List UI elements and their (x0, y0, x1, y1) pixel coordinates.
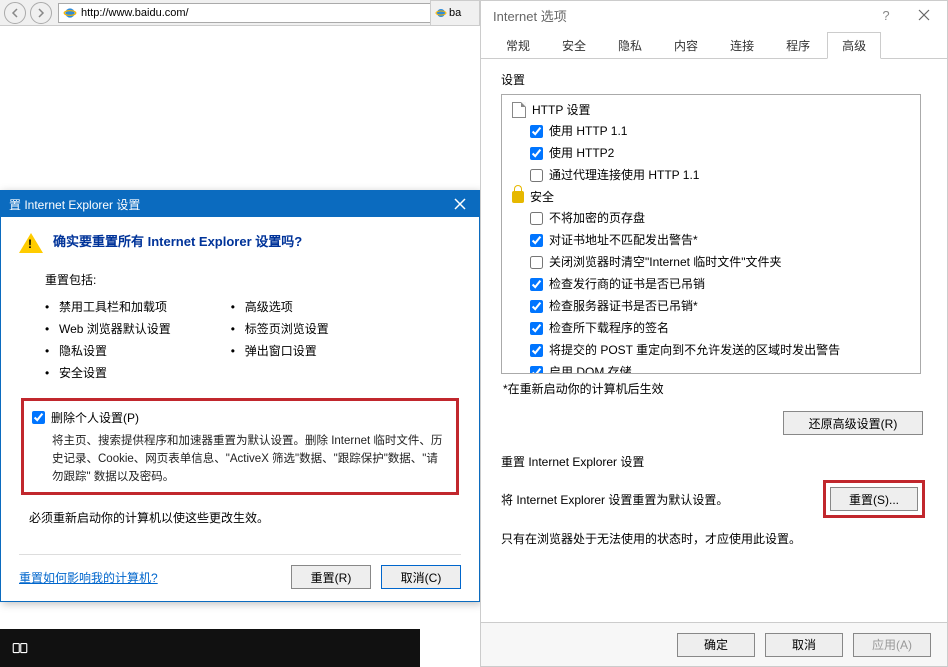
setting-label: 关闭浏览器时清空"Internet 临时文件"文件夹 (549, 253, 782, 271)
tab-label: ba (449, 7, 461, 19)
setting-checkbox[interactable] (530, 278, 543, 291)
setting-label: 检查发行商的证书是否已吊销 (549, 275, 705, 293)
tabs-row: 常规 安全 隐私 内容 连接 程序 高级 (481, 29, 947, 59)
setting-checkbox[interactable] (530, 169, 543, 182)
help-link[interactable]: 重置如何影响我的计算机? (19, 569, 158, 586)
tree-group-label: HTTP 设置 (532, 101, 590, 118)
back-button[interactable] (4, 2, 26, 24)
close-button[interactable] (907, 5, 941, 25)
setting-label: 通过代理连接使用 HTTP 1.1 (549, 166, 699, 184)
cancel-button[interactable]: 取消 (765, 633, 843, 657)
forward-button[interactable] (30, 2, 52, 24)
setting-checkbox[interactable] (530, 344, 543, 357)
advanced-settings-tree[interactable]: HTTP 设置 使用 HTTP 1.1 使用 HTTP2 通过代理连接使用 HT… (501, 94, 921, 374)
reset-dialog-heading: 确实要重置所有 Internet Explorer 设置吗? (53, 231, 302, 250)
setting-checkbox[interactable] (530, 300, 543, 313)
tab-content[interactable]: 内容 (659, 32, 713, 58)
tab-security[interactable]: 安全 (547, 32, 601, 58)
help-button[interactable]: ? (869, 5, 903, 25)
settings-label: 设置 (501, 71, 931, 88)
delete-personal-desc: 将主页、搜索提供程序和加速器重置为默认设置。删除 Internet 临时文件、历… (52, 432, 446, 486)
list-item: 弹出窗口设置 (231, 340, 329, 362)
reset-button-highlight: 重置(S)... (823, 480, 925, 518)
internet-options-dialog: Internet 选项 ? 常规 安全 隐私 内容 连接 程序 高级 设置 HT… (480, 0, 948, 667)
taskbar (0, 629, 420, 667)
document-icon (512, 102, 526, 118)
delete-personal-label: 删除个人设置(P) (51, 409, 139, 426)
reset-ie-dialog: 置 Internet Explorer 设置 确实要重置所有 Internet … (0, 190, 480, 602)
lock-icon (512, 191, 524, 203)
includes-label: 重置包括: (45, 271, 461, 288)
setting-label: 将提交的 POST 重定向到不允许发送的区域时发出警告 (549, 341, 840, 359)
list-item: 标签页浏览设置 (231, 318, 329, 340)
includes-left-list: 禁用工具栏和加载项 Web 浏览器默认设置 隐私设置 安全设置 (45, 296, 171, 384)
browser-tab[interactable]: ba (430, 0, 480, 26)
tree-group-label: 安全 (530, 188, 554, 205)
delete-personal-checkbox[interactable] (32, 411, 45, 424)
setting-label: 检查服务器证书是否已吊销* (549, 297, 698, 315)
setting-checkbox[interactable] (530, 366, 543, 375)
address-bar[interactable]: http://www.baidu.com/ (58, 3, 474, 23)
reset-button[interactable]: 重置(R) (291, 565, 371, 589)
reset-dialog-title: 置 Internet Explorer 设置 (9, 196, 140, 213)
reset-dialog-titlebar: 置 Internet Explorer 设置 (1, 191, 479, 217)
list-item: 隐私设置 (45, 340, 171, 362)
setting-checkbox[interactable] (530, 125, 543, 138)
setting-label: 不将加密的页存盘 (549, 209, 645, 227)
cancel-button[interactable]: 取消(C) (381, 565, 461, 589)
setting-label: 使用 HTTP 1.1 (549, 122, 627, 140)
taskview-icon[interactable] (6, 634, 34, 662)
tab-privacy[interactable]: 隐私 (603, 32, 657, 58)
apply-button[interactable]: 应用(A) (853, 633, 931, 657)
tab-connections[interactable]: 连接 (715, 32, 769, 58)
setting-label: 检查所下载程序的签名 (549, 319, 669, 337)
reset-settings-button[interactable]: 重置(S)... (830, 487, 918, 511)
tab-programs[interactable]: 程序 (771, 32, 825, 58)
reset-caveat: 只有在浏览器处于无法使用的状态时，才应使用此设置。 (501, 530, 931, 547)
ie-icon (435, 7, 447, 19)
setting-label: 对证书地址不匹配发出警告* (549, 231, 698, 249)
options-titlebar: Internet 选项 ? (481, 1, 947, 29)
ok-button[interactable]: 确定 (677, 633, 755, 657)
setting-checkbox[interactable] (530, 322, 543, 335)
setting-label: 使用 HTTP2 (549, 144, 614, 162)
url-text: http://www.baidu.com/ (81, 7, 189, 19)
reboot-note: 必须重新启动你的计算机以使这些更改生效。 (29, 509, 461, 526)
list-item: 高级选项 (231, 296, 329, 318)
tab-advanced[interactable]: 高级 (827, 32, 881, 59)
tree-group-http: HTTP 设置 (508, 99, 914, 120)
tree-group-security: 安全 (508, 186, 914, 207)
warning-icon (19, 233, 43, 253)
delete-personal-highlight: 删除个人设置(P) 将主页、搜索提供程序和加速器重置为默认设置。删除 Inter… (21, 398, 459, 495)
setting-checkbox[interactable] (530, 212, 543, 225)
restore-advanced-button[interactable]: 还原高级设置(R) (783, 411, 923, 435)
includes-right-list: 高级选项 标签页浏览设置 弹出窗口设置 (231, 296, 329, 384)
reset-section-title: 重置 Internet Explorer 设置 (501, 453, 931, 470)
list-item: 禁用工具栏和加载项 (45, 296, 171, 318)
ie-icon (63, 6, 77, 20)
tab-general[interactable]: 常规 (491, 32, 545, 58)
reset-desc: 将 Internet Explorer 设置重置为默认设置。 (501, 491, 728, 508)
list-item: Web 浏览器默认设置 (45, 318, 171, 340)
options-footer: 确定 取消 应用(A) (481, 622, 947, 666)
options-title: Internet 选项 (493, 6, 567, 25)
browser-toolbar: http://www.baidu.com/ (0, 0, 480, 26)
setting-checkbox[interactable] (530, 234, 543, 247)
setting-checkbox[interactable] (530, 147, 543, 160)
setting-label: 启用 DOM 存储 (549, 363, 632, 374)
restart-note: *在重新启动你的计算机后生效 (503, 380, 931, 397)
setting-checkbox[interactable] (530, 256, 543, 269)
list-item: 安全设置 (45, 362, 171, 384)
close-button[interactable] (445, 194, 475, 214)
